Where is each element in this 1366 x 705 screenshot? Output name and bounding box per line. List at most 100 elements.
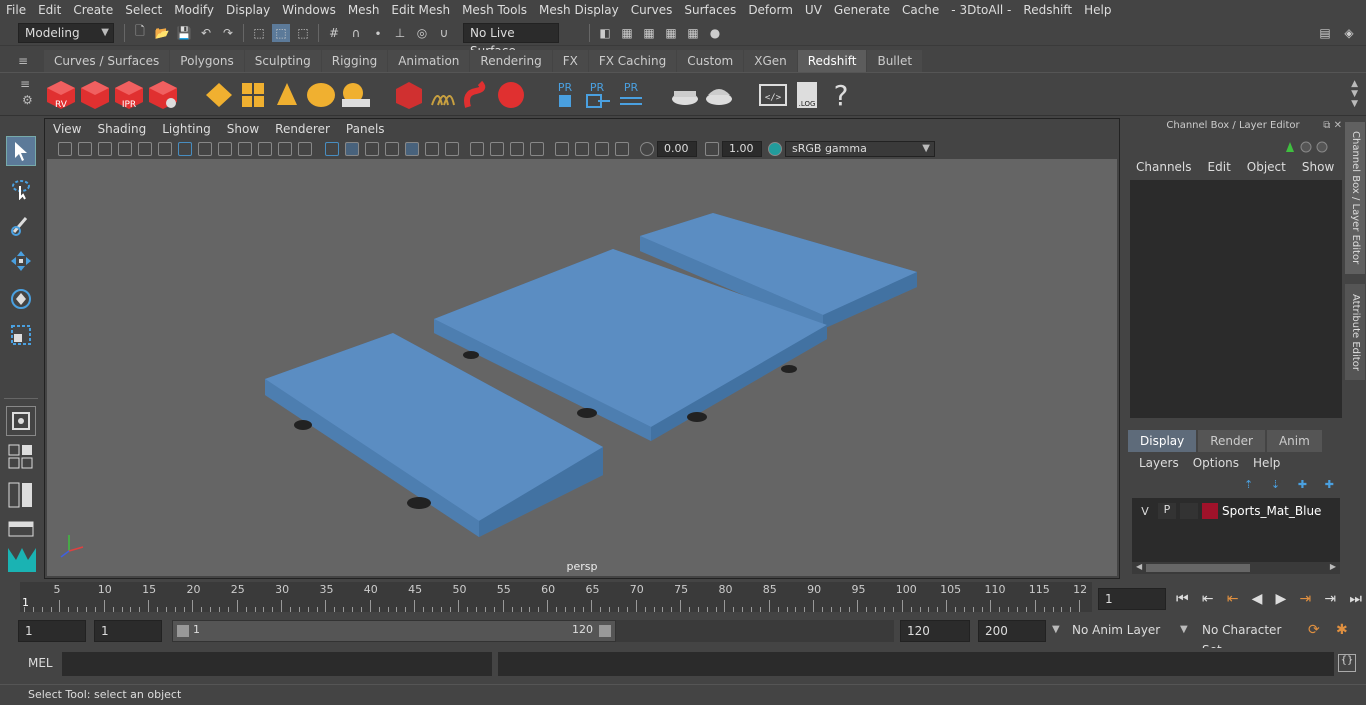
render-view-icon[interactable]: ▦ [618,24,636,42]
menu-edit-mesh[interactable]: Edit Mesh [385,0,456,20]
log-icon[interactable]: .LOG [792,79,822,111]
playback-start-field[interactable]: 1 [94,620,162,642]
magnet-icon[interactable]: ∪ [435,24,453,42]
layer-tab-render[interactable]: Render [1198,430,1265,452]
menu-generate[interactable]: Generate [828,0,896,20]
motion-blur-icon[interactable] [490,142,504,156]
live-surface-field[interactable]: No Live Surface [463,22,559,58]
select-hierarchy-icon[interactable]: ⬚ [250,24,268,42]
channel-menu-show[interactable]: Show [1294,160,1342,174]
textured-icon[interactable] [405,142,419,156]
redshift-render-view-icon[interactable]: RV [46,79,76,111]
layer-tab-anim[interactable]: Anim [1266,430,1322,452]
menu-cache[interactable]: Cache [896,0,945,20]
use-lights-icon[interactable] [425,142,439,156]
menu-curves[interactable]: Curves [625,0,679,20]
bake-icon[interactable] [670,79,700,111]
wireframe-icon[interactable] [325,142,339,156]
menu-surfaces[interactable]: Surfaces [678,0,742,20]
history-icon[interactable]: ◧ [596,24,614,42]
channel-menu-channels[interactable]: Channels [1128,160,1200,174]
shelf-tab-bullet[interactable]: Bullet [867,50,923,72]
render-icon[interactable]: ▦ [640,24,658,42]
go-to-end-icon[interactable]: ⏭ [1349,591,1362,607]
shadows-icon[interactable] [445,142,459,156]
menu-3dtoall[interactable]: - 3DtoAll - [945,0,1017,20]
outliner-layout-icon[interactable] [6,514,36,544]
exposure-field[interactable]: 0.00 [657,141,697,157]
viewport-scene[interactable] [47,159,1117,576]
safe-action-icon[interactable] [278,142,292,156]
menu-uv[interactable]: UV [799,0,828,20]
anim-layer-chevron-icon[interactable]: ▼ [1052,624,1060,635]
xray-components-icon[interactable] [615,142,629,156]
shelf-collapse-icon[interactable]: ≡ [20,77,30,91]
safe-title-icon[interactable] [298,142,312,156]
layer-playback-toggle[interactable]: P [1158,503,1176,519]
undo-icon[interactable]: ↶ [197,24,215,42]
channel-menu-edit[interactable]: Edit [1200,160,1239,174]
script-editor-icon[interactable]: </> [758,79,788,111]
rotate-tool-icon[interactable] [6,284,36,314]
open-scene-icon[interactable]: 📂 [153,24,171,42]
menu-windows[interactable]: Windows [276,0,342,20]
snap-surface-icon[interactable]: ◎ [413,24,431,42]
grease-pencil-icon[interactable] [158,142,172,156]
new-scene-icon[interactable]: 🗋 [131,24,149,42]
menu-redshift[interactable]: Redshift [1017,0,1078,20]
redshift-domelight-icon[interactable] [306,79,336,111]
shelf-tab-rendering[interactable]: Rendering [470,50,552,72]
range-slider-bar[interactable]: 1 120 [172,620,616,642]
step-forward-key-icon[interactable]: ⇥ [1324,591,1336,607]
step-forward-frame-icon[interactable]: ⇥ [1300,591,1312,607]
menu-deform[interactable]: Deform [742,0,799,20]
mode-dropdown[interactable]: Modeling ▼ [18,22,114,43]
menu-mesh-display[interactable]: Mesh Display [533,0,625,20]
shelf-scroll-icon[interactable]: ▲ ▼ ▼ [1351,79,1358,109]
menu-edit[interactable]: Edit [32,0,67,20]
redshift-batch-icon[interactable] [80,79,110,111]
current-frame-field[interactable]: 1 [1098,588,1166,610]
gamma-field[interactable]: 1.00 [722,141,762,157]
animation-prefs-icon[interactable]: ✱ [1336,622,1348,638]
xray-icon[interactable] [575,142,589,156]
side-tab-attribute-editor[interactable]: Attribute Editor [1345,284,1365,380]
panel-window-icons[interactable]: ⧉ ✕ [1323,120,1342,131]
channel-menu-object[interactable]: Object [1239,160,1294,174]
time-ruler[interactable]: 5 10 15 20 25 30 35 40 45 50 55 60 65 70 75 80 85 90 95 100… [20,582,1092,612]
play-backwards-icon[interactable]: ◀ [1252,591,1263,607]
shelf-settings-icon[interactable]: ⚙ [22,93,33,107]
shelf-tab-custom[interactable]: Custom [677,50,744,72]
film-gate-icon[interactable] [198,142,212,156]
shelf-menu-icon[interactable]: ≡ [18,54,34,70]
menu-help[interactable]: Help [1078,0,1117,20]
depth-of-field-icon[interactable] [530,142,544,156]
new-layer-icon[interactable]: ✚ [1298,478,1307,492]
camera-icon[interactable] [58,142,72,156]
pr-sync-icon[interactable]: PR [616,79,646,111]
menu-mesh-tools[interactable]: Mesh Tools [456,0,533,20]
shelf-tab-fx-caching[interactable]: FX Caching [588,50,677,72]
redshift-settings-icon[interactable] [148,79,178,111]
step-back-key-icon[interactable]: ⇤ [1202,591,1214,607]
save-scene-icon[interactable]: 💾 [175,24,193,42]
redshift-ipr-icon[interactable]: IPR [114,79,144,111]
auto-key-icon[interactable]: ⟳ [1308,622,1320,638]
image-plane-icon[interactable] [118,142,132,156]
anim-end-field[interactable]: 200 [978,620,1046,642]
char-set-chevron-icon[interactable]: ▼ [1180,624,1188,635]
command-input[interactable] [62,652,492,676]
redshift-spotlight-icon[interactable] [272,79,302,111]
camera-attr-icon[interactable] [78,142,92,156]
step-back-frame-icon[interactable]: ⇤ [1227,591,1239,607]
shelf-tab-animation[interactable]: Animation [388,50,470,72]
resolution-gate-icon[interactable] [218,142,232,156]
colorspace-dropdown[interactable]: sRGB gamma ▼ [785,141,935,157]
snap-grid-icon[interactable]: # [325,24,343,42]
gate-mask-icon[interactable] [238,142,252,156]
side-tab-channel-box[interactable]: Channel Box / Layer Editor [1345,122,1365,274]
exposure-icon[interactable] [640,142,654,156]
workspace-icon[interactable]: ▤ [1316,24,1334,42]
shelf-tab-sculpting[interactable]: Sculpting [244,50,321,72]
redo-icon[interactable]: ↷ [219,24,237,42]
